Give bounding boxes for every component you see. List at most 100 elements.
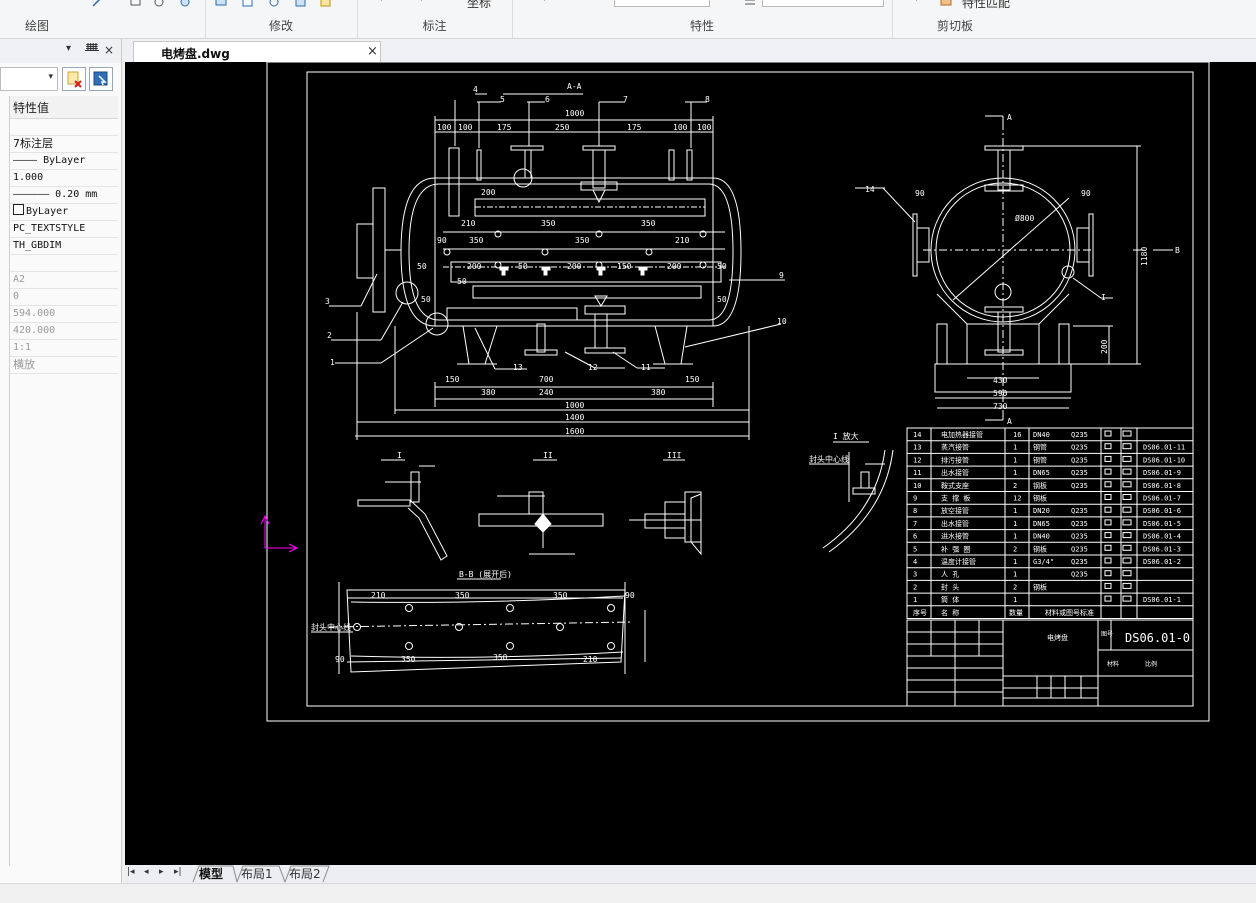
bom-cell: 钢板	[1033, 582, 1047, 591]
callout-11: 11	[641, 363, 651, 372]
first-layout-icon[interactable]: |◂	[127, 867, 135, 877]
bom-cell: 9	[913, 495, 917, 503]
dim-text: 100	[458, 123, 473, 132]
object-type-combo[interactable]: ▾	[0, 67, 58, 91]
dropdown-arrow-icon[interactable]: ▾	[379, 0, 391, 4]
center-line-label: 封头中心线	[809, 454, 849, 464]
copy-icon[interactable]	[242, 0, 254, 7]
property-row[interactable]: ———— ByLayer	[10, 153, 118, 170]
bom-mark	[1122, 443, 1132, 450]
ribbon-group-label: 特性	[689, 19, 714, 33]
bom-cell: 16	[1013, 431, 1021, 439]
bom-cell: Q235	[1071, 520, 1088, 528]
dim-text: 175	[627, 123, 642, 132]
property-row[interactable]: 1.000	[10, 170, 118, 187]
close-icon[interactable]: ×	[367, 44, 378, 59]
property-row[interactable]	[10, 119, 118, 136]
property-value: 0	[13, 291, 20, 302]
document-tab[interactable]: 电烤盘.dwg ×	[133, 41, 381, 62]
mirror-icon[interactable]	[295, 0, 307, 7]
region-tool-icon[interactable]	[179, 0, 191, 7]
lineweight-icon[interactable]	[744, 0, 756, 6]
match-properties-icon[interactable]	[940, 0, 952, 6]
detail-mark: I	[397, 451, 402, 460]
bom-cell: 1	[1013, 533, 1017, 541]
dim-text: 150	[445, 375, 460, 384]
property-row[interactable]: 0	[10, 289, 118, 306]
close-icon[interactable]: ×	[104, 43, 114, 57]
property-value: ———— ByLayer	[13, 155, 86, 166]
title-name: 电烤盘	[1047, 633, 1068, 642]
dropdown-arrow-icon[interactable]: ▾	[914, 0, 926, 4]
property-row[interactable]: PC_TEXTSTYLE	[10, 221, 118, 238]
ribbon-group-modify: 修改	[205, 0, 358, 38]
bom-mark	[1104, 570, 1112, 577]
property-row[interactable]: 420.000	[10, 323, 118, 340]
property-row[interactable]: ByLayer	[10, 204, 118, 221]
bom-cell: 1	[913, 596, 917, 604]
bom-cell: 10	[913, 482, 921, 490]
pin-icon[interactable]: ᚙ	[85, 43, 99, 57]
prev-layout-icon[interactable]: ◂	[144, 867, 149, 877]
bom-mark	[1104, 481, 1112, 488]
bom-mark	[1122, 595, 1132, 602]
property-value: PC_TEXTSTYLE	[13, 223, 86, 234]
bom-cell: 筒 体	[941, 595, 959, 604]
lineweight-combo[interactable]	[762, 0, 884, 7]
property-row[interactable]: 7标注层	[10, 136, 118, 153]
bom-cell: 4	[913, 558, 917, 566]
property-row[interactable]	[10, 255, 118, 272]
rectangle-tool-icon[interactable]	[130, 0, 142, 6]
bom-mark	[1122, 582, 1132, 589]
last-layout-icon[interactable]: ▸|	[174, 867, 182, 877]
bom-cell: 2	[913, 583, 917, 591]
bom-cell: 鞍式支座	[941, 481, 969, 490]
bom-mark	[1104, 506, 1112, 513]
bom-mark	[1122, 430, 1132, 437]
hatch-tool-icon[interactable]	[153, 0, 165, 7]
bom-cell: 2	[1013, 545, 1017, 553]
linetype-combo[interactable]	[614, 0, 710, 7]
property-row[interactable]: 横放	[10, 357, 118, 374]
property-row[interactable]: A2	[10, 272, 118, 289]
title-label: 图号	[1101, 631, 1113, 638]
move-icon[interactable]	[215, 0, 227, 6]
edit-icon[interactable]	[320, 0, 332, 7]
bom-cell: DN65	[1033, 520, 1050, 528]
bom-cell: DS06.01-5	[1143, 520, 1181, 528]
dim-text: 210	[675, 236, 690, 245]
callout-12: 12	[588, 363, 598, 372]
title-label: 材料	[1107, 660, 1119, 668]
toggle-pickadd-button[interactable]	[62, 67, 86, 91]
bom-cell: 钢板	[1033, 481, 1047, 490]
layout-tab-bar: |◂ ◂ ▸ ▸| 模型 布局1 布局2	[125, 865, 1256, 883]
dim-text: 175	[497, 123, 512, 132]
bom-cell: 补 强 圈	[941, 544, 970, 553]
bom-cell: 人 孔	[941, 571, 959, 579]
bom-cell: 3	[913, 571, 917, 579]
property-value: 7标注层	[13, 137, 53, 150]
match-properties-button[interactable]: 特性匹配	[962, 0, 1010, 11]
quick-select-button[interactable]	[89, 67, 113, 91]
property-row[interactable]: —————— 0.20 mm	[10, 187, 118, 204]
callout-7: 7	[623, 95, 628, 104]
rotate-icon[interactable]	[268, 0, 280, 7]
panel-menu-icon[interactable]: ▾	[66, 43, 71, 54]
property-value: A2	[13, 274, 26, 285]
drawing-canvas[interactable]: A-A 1000 100 100 175 250 175 100 100 4 5 6 7 8…	[125, 61, 1256, 865]
dropdown-arrow-icon[interactable]: ▾	[542, 0, 554, 4]
bom-cell: Q235	[1071, 571, 1088, 579]
bom-cell: DN65	[1033, 469, 1050, 477]
property-row[interactable]: 594.000	[10, 306, 118, 323]
draw-tools-icon[interactable]	[92, 0, 104, 7]
dim-text: 350	[641, 219, 656, 228]
property-row[interactable]: TH_GBDIM	[10, 238, 118, 255]
section-title: A-A	[567, 82, 582, 91]
coord-button[interactable]: 坐标	[467, 0, 491, 11]
dropdown-arrow-icon[interactable]: ▾	[419, 0, 431, 4]
bom-cell: 放空接管	[941, 506, 969, 515]
property-row[interactable]: 1:1	[10, 340, 118, 357]
next-layout-icon[interactable]: ▸	[159, 867, 164, 877]
dim-text: 210	[371, 591, 386, 600]
bom-cell: 出水接管	[941, 468, 969, 477]
